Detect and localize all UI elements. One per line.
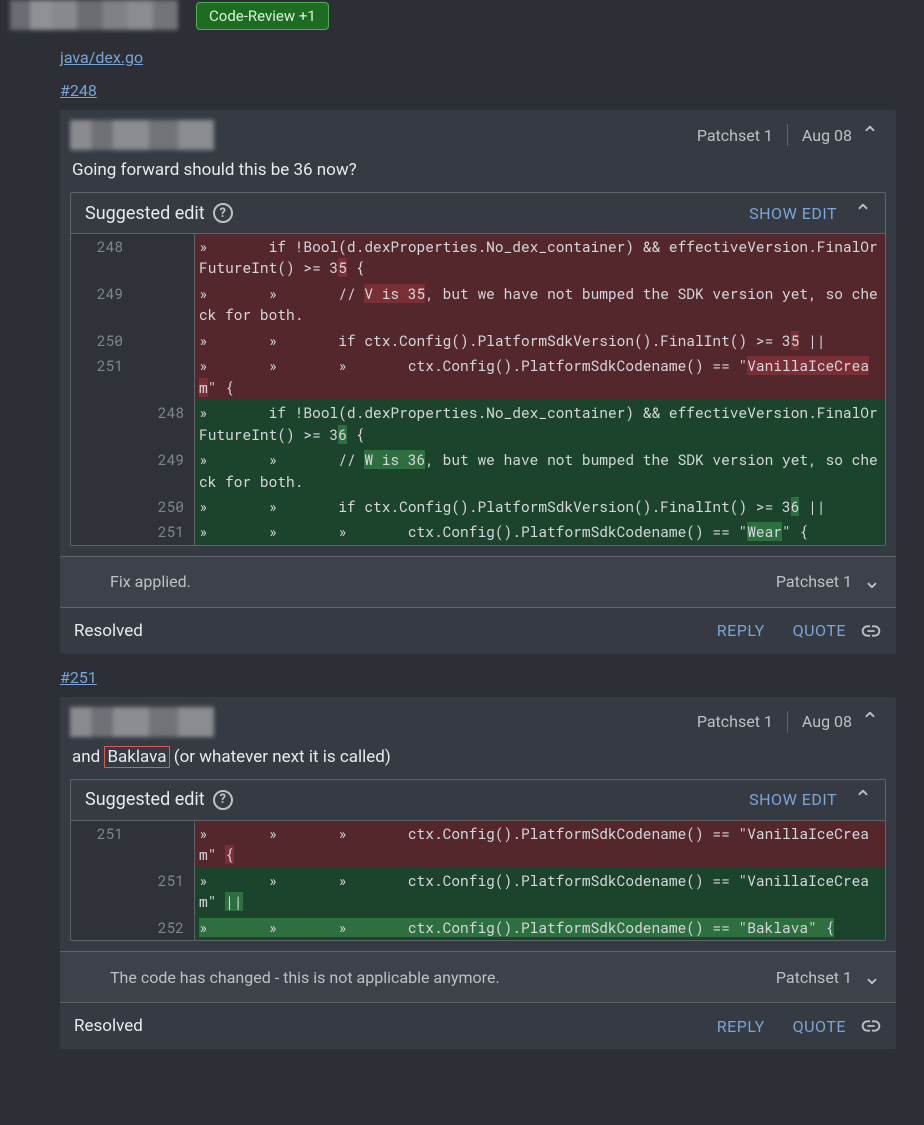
chevron-up-icon[interactable]: ⌃ xyxy=(858,123,882,147)
link-icon[interactable] xyxy=(860,620,882,642)
link-icon[interactable] xyxy=(860,1015,882,1037)
date-label: Aug 08 xyxy=(796,126,858,145)
patchset-label: Patchset 1 xyxy=(691,126,779,145)
comment-text: and Baklava (or whatever next it is call… xyxy=(60,737,896,779)
show-edit-button[interactable]: SHOW EDIT xyxy=(749,204,837,223)
chevron-down-icon[interactable]: ⌄ xyxy=(860,965,884,989)
line-link-248[interactable]: #248 xyxy=(60,81,97,100)
comment-header: Patchset 1 Aug 08 ⌃ xyxy=(60,697,896,737)
avatar xyxy=(70,120,214,150)
patchset-label: Patchset 1 xyxy=(691,712,779,731)
reply-button[interactable]: REPLY xyxy=(717,621,765,640)
reply-row: Fix applied. Patchset 1 ⌄ xyxy=(60,556,896,607)
patchset-label: Patchset 1 xyxy=(776,968,852,987)
patchset-label: Patchset 1 xyxy=(776,572,852,591)
review-badge: Code-Review +1 xyxy=(196,2,329,30)
suggested-edit-title: Suggested edit xyxy=(85,789,205,810)
resolved-label: Resolved xyxy=(74,1016,143,1036)
review-header: Code-Review +1 xyxy=(0,0,924,30)
quote-button[interactable]: QUOTE xyxy=(793,621,846,640)
help-icon[interactable]: ? xyxy=(213,790,233,810)
line-link-251[interactable]: #251 xyxy=(60,668,97,687)
diff-view: 251» » » ctx.Config().PlatformSdkCodenam… xyxy=(71,821,885,940)
file-link[interactable]: java/dex.go xyxy=(60,48,143,67)
suggested-edit-title: Suggested edit xyxy=(85,203,205,224)
comment-thread-2: Patchset 1 Aug 08 ⌃ and Baklava (or what… xyxy=(60,697,896,1049)
chevron-up-icon[interactable]: ⌃ xyxy=(858,710,882,734)
suggested-edit-1: Suggested edit ? SHOW EDIT ⌃ 248» if !Bo… xyxy=(70,192,886,546)
date-label: Aug 08 xyxy=(796,712,858,731)
quote-button[interactable]: QUOTE xyxy=(793,1017,846,1036)
avatar xyxy=(70,707,214,737)
action-row: Resolved REPLY QUOTE xyxy=(60,1002,896,1049)
reply-text: Fix applied. xyxy=(72,572,191,591)
reply-text: The code has changed - this is not appli… xyxy=(72,968,500,987)
reply-row: The code has changed - this is not appli… xyxy=(60,951,896,1002)
comment-text: Going forward should this be 36 now? xyxy=(60,150,896,192)
help-icon[interactable]: ? xyxy=(213,203,233,223)
suggested-edit-2: Suggested edit ? SHOW EDIT ⌃ 251» » » ct… xyxy=(70,779,886,941)
chevron-up-icon[interactable]: ⌃ xyxy=(851,201,875,225)
avatar xyxy=(10,0,178,30)
show-edit-button[interactable]: SHOW EDIT xyxy=(749,790,837,809)
chevron-up-icon[interactable]: ⌃ xyxy=(851,788,875,812)
reply-button[interactable]: REPLY xyxy=(717,1017,765,1036)
diff-view: 248» if !Bool(d.dexProperties.No_dex_con… xyxy=(71,234,885,545)
comment-header: Patchset 1 Aug 08 ⌃ xyxy=(60,110,896,150)
resolved-label: Resolved xyxy=(74,621,143,641)
highlighted-word: Baklava xyxy=(104,746,169,768)
action-row: Resolved REPLY QUOTE xyxy=(60,607,896,654)
chevron-down-icon[interactable]: ⌄ xyxy=(860,570,884,594)
comment-thread-1: Patchset 1 Aug 08 ⌃ Going forward should… xyxy=(60,110,896,654)
